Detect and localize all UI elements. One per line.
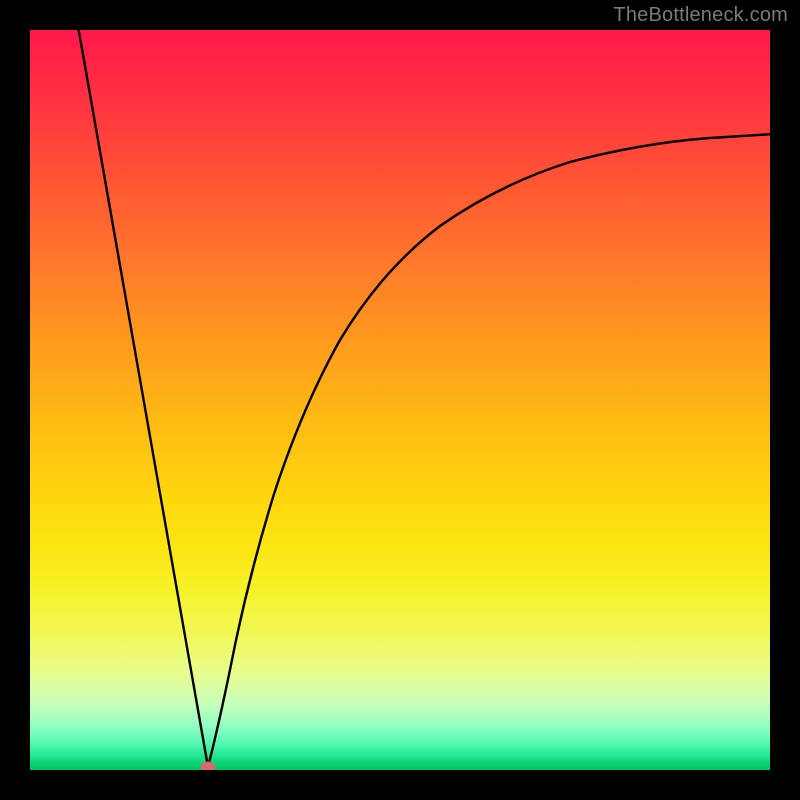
bottleneck-curve (30, 30, 770, 770)
plot-area (30, 30, 770, 770)
watermark-text: TheBottleneck.com (613, 4, 788, 27)
curve-right-limb (208, 134, 770, 767)
minimum-marker (201, 762, 216, 771)
curve-left-limb (78, 30, 208, 767)
chart-frame: TheBottleneck.com (0, 0, 800, 800)
